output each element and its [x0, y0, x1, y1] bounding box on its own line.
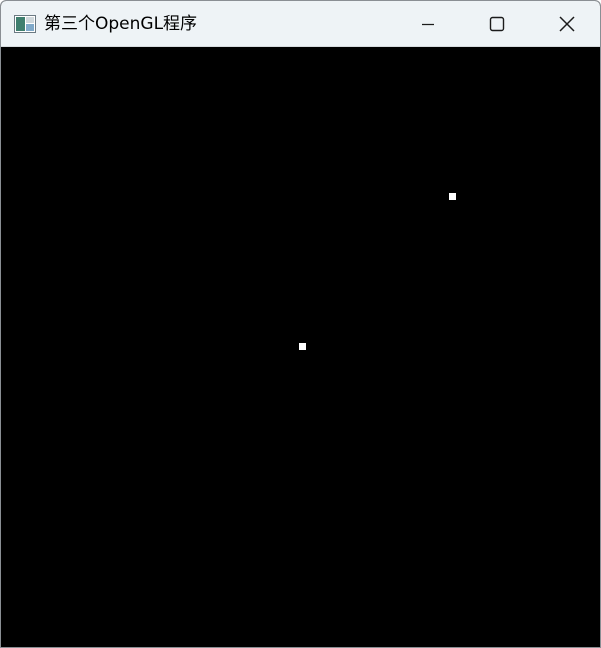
window-title: 第三个OpenGL程序: [44, 14, 198, 34]
close-icon: [559, 16, 575, 32]
render-point: [299, 343, 306, 350]
maximize-icon: [489, 16, 505, 32]
maximize-button[interactable]: [462, 1, 532, 47]
app-window: 第三个OpenGL程序: [0, 0, 601, 648]
close-button[interactable]: [532, 1, 600, 47]
opengl-canvas[interactable]: [1, 48, 600, 647]
app-window-icon: [14, 15, 36, 33]
minimize-button[interactable]: [393, 1, 463, 47]
title-bar[interactable]: 第三个OpenGL程序: [1, 1, 600, 47]
minimize-icon: [422, 23, 434, 26]
render-point: [449, 193, 456, 200]
